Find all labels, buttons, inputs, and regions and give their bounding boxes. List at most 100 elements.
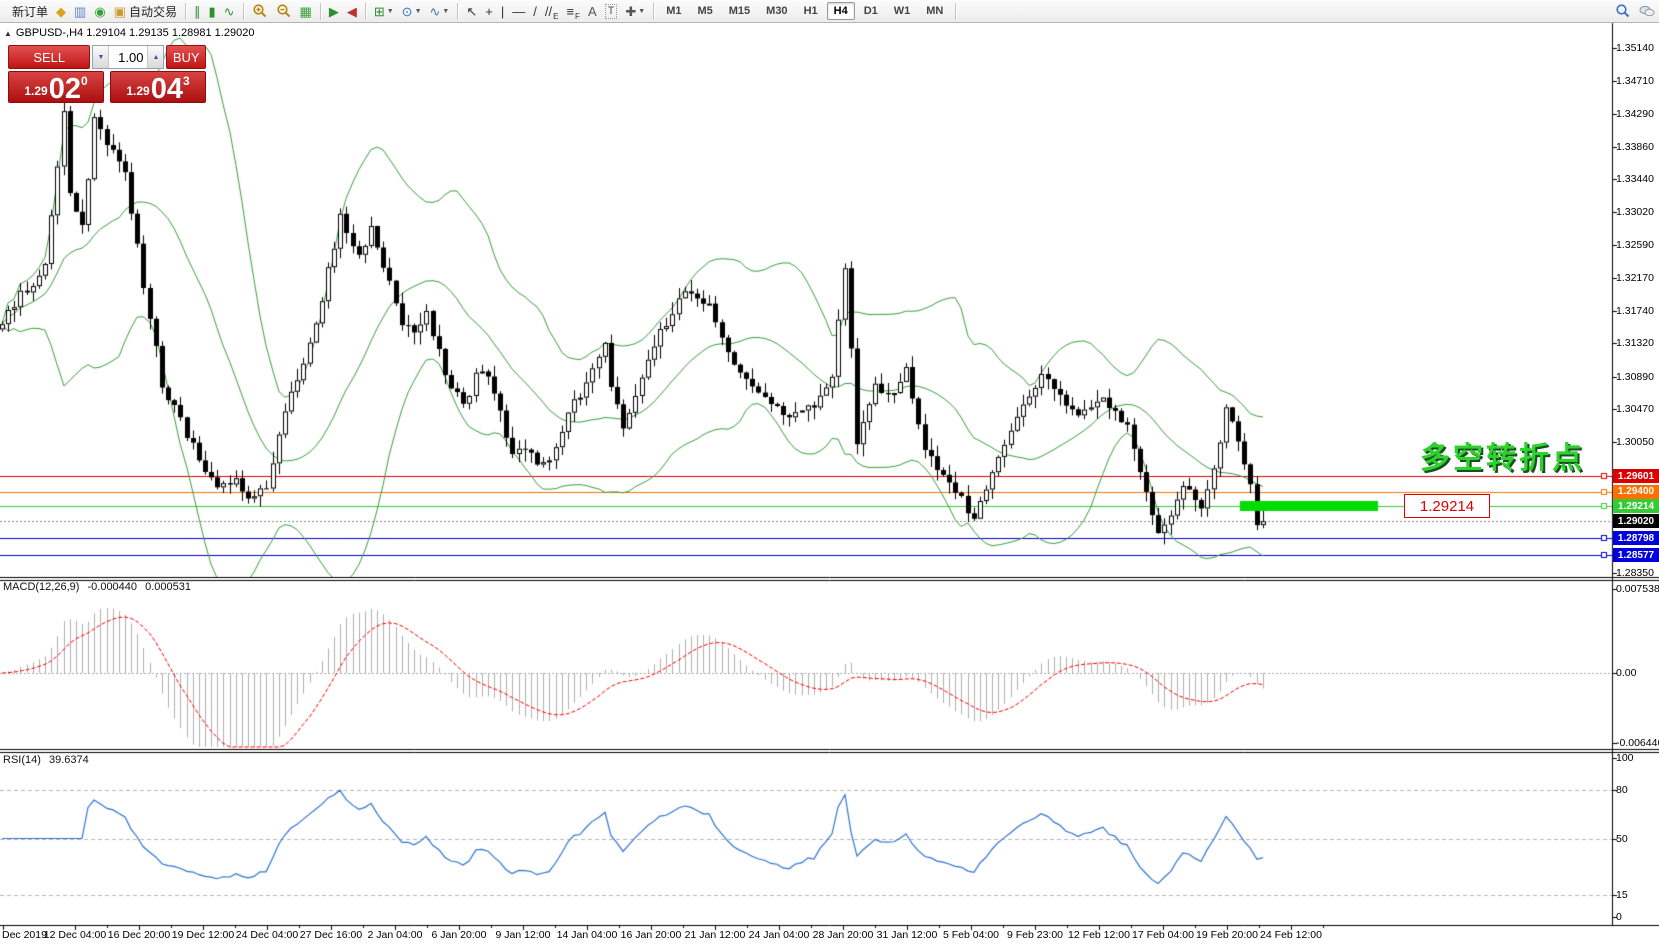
rsi-axis-tick: 50 <box>1616 833 1628 845</box>
toolbar-separator <box>320 3 321 20</box>
price-axis-tick: 1.33860 <box>1616 141 1654 153</box>
zoom-out-icon[interactable] <box>273 2 295 21</box>
cursor-icon[interactable]: ↖ <box>463 2 480 21</box>
rsi-name: RSI(14) <box>3 754 41 766</box>
horizontal-line-icon[interactable]: — <box>509 2 528 21</box>
chat-icon[interactable] <box>1636 2 1658 21</box>
auto-scroll-icon[interactable]: ▶ <box>326 2 342 21</box>
toolbar-separator <box>185 3 186 20</box>
price-axis-tick: 1.31740 <box>1616 305 1654 317</box>
tile-windows-icon[interactable]: ▦ <box>297 2 315 21</box>
toolbar-separator <box>955 3 956 20</box>
chart-canvas[interactable] <box>0 0 1659 947</box>
sell-price-prefix: 1.29 <box>24 84 47 98</box>
sell-price-big: 02 <box>49 76 81 102</box>
level-price-label[interactable]: 1.29214 <box>1404 494 1490 518</box>
price-level-badge: 1.28577 <box>1613 548 1659 562</box>
trendline-icon[interactable]: / <box>530 2 540 21</box>
toolbar-separator <box>243 3 244 20</box>
timeframe-h1[interactable]: H1 <box>797 2 825 20</box>
sell-button[interactable]: SELL <box>8 45 90 69</box>
chart-annotation-text[interactable]: 多空转折点 <box>1420 433 1585 477</box>
rsi-axis-tick: 0 <box>1616 911 1622 923</box>
time-axis-label: 5 Feb 04:00 <box>943 929 999 941</box>
zoom-in-icon[interactable] <box>249 2 271 21</box>
price-level-badge: 1.29601 <box>1613 469 1659 483</box>
text-icon[interactable]: A <box>585 2 600 21</box>
time-axis-label: 27 Dec 16:00 <box>300 929 362 941</box>
terminal-window-icon[interactable]: ▥ <box>71 2 89 21</box>
toolbar: 新订单◆▥◉▣自动交易∥▮∿▦▶◀⊞▼⊙▼∿▼↖+|—///E≡FAT✚▼M1M… <box>0 0 1659 23</box>
buy-price-prefix: 1.29 <box>126 84 149 98</box>
time-axis-label: 24 Dec 04:00 <box>236 929 298 941</box>
bar-chart-icon[interactable]: ∥ <box>191 2 204 21</box>
macd-axis-zero: 0.00 <box>1616 667 1636 679</box>
volume-input[interactable]: 1.00 <box>109 46 147 68</box>
timeframe-m1[interactable]: M1 <box>659 2 688 20</box>
timeframe-mn[interactable]: MN <box>919 2 950 20</box>
timeframe-w1[interactable]: W1 <box>887 2 918 20</box>
macd-signal-value: 0.000531 <box>145 581 191 593</box>
order-ticket-icon[interactable]: ◆ <box>53 2 69 21</box>
time-axis-label: 19 Feb 20:00 <box>1196 929 1258 941</box>
text-label-icon[interactable]: T <box>602 2 621 21</box>
time-axis-label: 12 Feb 12:00 <box>1068 929 1130 941</box>
rsi-indicator-label: RSI(14) 39.6374 <box>3 754 89 766</box>
time-axis-label: 9 Jan 12:00 <box>496 929 551 941</box>
macd-main-value: -0.000440 <box>87 581 137 593</box>
time-axis-label: 28 Jan 20:00 <box>813 929 874 941</box>
search-icon[interactable] <box>1612 2 1634 21</box>
price-axis-tick: 1.32170 <box>1616 272 1654 284</box>
timeframe-m30[interactable]: M30 <box>759 2 794 20</box>
chart-shift-icon[interactable]: ◀ <box>344 2 360 21</box>
time-axis-label: 21 Jan 12:00 <box>685 929 746 941</box>
price-level-badge: 1.29400 <box>1613 485 1659 499</box>
chart-period-icon[interactable]: ⊙▼ <box>399 2 425 21</box>
time-axis-label: 17 Feb 04:00 <box>1132 929 1194 941</box>
autotrading-button[interactable]: ▣自动交易 <box>111 2 180 21</box>
crosshair-icon[interactable]: + <box>482 2 496 21</box>
fibonacci-icon[interactable]: ≡F <box>563 2 582 21</box>
timeframe-m15[interactable]: M15 <box>722 2 757 20</box>
volume-decrease-button[interactable]: ▼ <box>93 46 109 68</box>
macd-name: MACD(12,26,9) <box>3 581 79 593</box>
time-axis-label: 9 Feb 23:00 <box>1007 929 1063 941</box>
line-chart-icon[interactable]: ∿ <box>221 2 238 21</box>
sell-price-pip: 0 <box>81 74 88 88</box>
toolbar-separator <box>365 3 366 20</box>
new-order-button[interactable]: 新订单 <box>6 2 51 21</box>
signals-icon[interactable]: ◉ <box>91 2 108 21</box>
volume-increase-button[interactable]: ▲ <box>147 46 163 68</box>
price-level-badge: 1.28798 <box>1613 531 1659 545</box>
time-axis-label: 16 Jan 20:00 <box>621 929 682 941</box>
arrows-icon[interactable]: ✚▼ <box>622 2 648 21</box>
time-axis-label: 31 Jan 12:00 <box>877 929 938 941</box>
time-axis-label: Dec 2019 <box>2 929 47 941</box>
chart-title-text: GBPUSD-,H4 1.29104 1.29135 1.28981 1.290… <box>16 27 255 39</box>
time-axis-label: 16 Dec 20:00 <box>108 929 170 941</box>
toolbar-separator <box>653 3 654 20</box>
rsi-axis-tick: 15 <box>1616 889 1628 901</box>
indicators-icon[interactable]: ∿▼ <box>427 2 453 21</box>
price-axis-tick: 1.30470 <box>1616 403 1654 415</box>
buy-button[interactable]: BUY <box>166 45 206 69</box>
price-axis-tick: 1.33440 <box>1616 173 1654 185</box>
price-axis-tick: 1.31320 <box>1616 337 1654 349</box>
time-axis-label: 2 Jan 04:00 <box>368 929 423 941</box>
price-axis-tick: 1.33020 <box>1616 206 1654 218</box>
price-axis-tick: 1.30890 <box>1616 371 1654 383</box>
buy-price-big: 04 <box>151 76 183 102</box>
time-axis-label: 24 Feb 12:00 <box>1260 929 1322 941</box>
buy-price-box[interactable]: 1.29 04 3 <box>110 71 206 103</box>
sell-price-box[interactable]: 1.29 02 0 <box>8 71 104 103</box>
candlestick-chart-icon[interactable]: ▮ <box>205 2 218 21</box>
price-axis-tick: 1.32590 <box>1616 239 1654 251</box>
timeframe-m5[interactable]: M5 <box>690 2 719 20</box>
equidistant-channel-icon[interactable]: //E <box>542 2 562 21</box>
timeframe-d1[interactable]: D1 <box>857 2 885 20</box>
timeframe-h4[interactable]: H4 <box>827 2 855 20</box>
new-chart-icon[interactable]: ⊞▼ <box>371 2 397 21</box>
price-axis-tick: 1.35140 <box>1616 42 1654 54</box>
chart-title: ▲ GBPUSD-,H4 1.29104 1.29135 1.28981 1.2… <box>4 27 254 39</box>
vertical-line-icon[interactable]: | <box>498 2 507 21</box>
